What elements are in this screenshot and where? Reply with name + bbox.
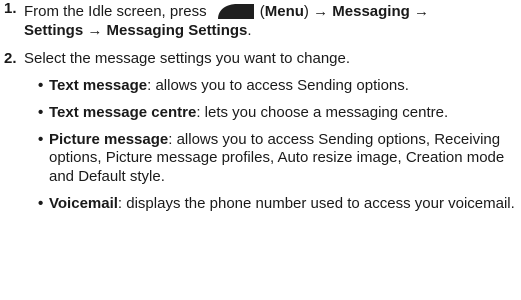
step-text: Select the message settings you want to … [24, 49, 351, 67]
step-2: 2. Select the message settings you want … [0, 50, 521, 69]
step-number: 2. [4, 49, 17, 67]
item-term: Voicemail [49, 195, 118, 213]
path-settings: Settings [24, 22, 84, 39]
path-messaging-settings: Messaging Settings [106, 22, 248, 39]
list-item-voicemail: Voicemail: displays the phone number use… [38, 195, 521, 214]
settings-list: Text message: allows you to access Sendi… [0, 77, 521, 214]
item-description: : displays the phone number used to acce… [117, 195, 515, 213]
item-term: Text message centre [49, 103, 197, 121]
step-1: 1. From the Idle screen, press (Menu) → … [0, 0, 521, 41]
item-term: Text message [49, 76, 148, 94]
list-item-picture-message: Picture message: allows you to access Se… [38, 131, 521, 188]
menu-key-label: Menu [264, 3, 304, 20]
step-number: 1. [4, 0, 17, 17]
menu-soft-key-icon [215, 0, 257, 22]
item-description: : lets you choose a messaging centre. [196, 103, 449, 121]
path-messaging: Messaging [332, 3, 410, 20]
item-description: : allows you to access Sending options. [147, 76, 409, 94]
item-term: Picture message [49, 130, 169, 148]
list-item-text-message-centre: Text message centre: lets you choose a m… [38, 104, 521, 123]
list-item-text-message: Text message: allows you to access Sendi… [38, 77, 521, 96]
step-text: From the Idle screen, press [24, 3, 207, 20]
instruction-document: 1. From the Idle screen, press (Menu) → … [0, 0, 521, 222]
step-1-line-2: Settings → Messaging Settings. [24, 22, 252, 39]
